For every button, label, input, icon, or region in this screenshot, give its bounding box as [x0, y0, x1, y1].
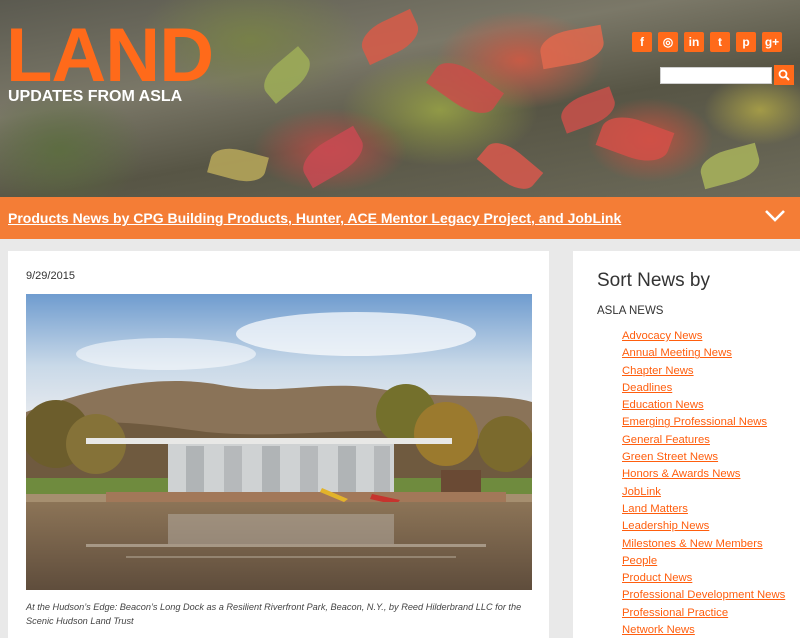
header-banner: LAND UPDATES FROM ASLA f ◎ in t p g+ [0, 0, 800, 197]
search-icon [778, 69, 790, 81]
pinterest-icon[interactable]: p [736, 32, 756, 52]
category-link-product-news[interactable]: Product News [622, 572, 692, 584]
list-item: Leadership News [622, 518, 792, 535]
list-item: Green Street News [622, 449, 792, 466]
category-link-education-news[interactable]: Education News [622, 399, 704, 411]
list-item: Chapter News [622, 363, 792, 380]
list-item: Network News [622, 622, 792, 638]
list-item: Milestones & New Members [622, 536, 792, 553]
list-item: General Features [622, 432, 792, 449]
decorative-leaf [696, 142, 764, 190]
decorative-leaf [595, 109, 675, 169]
category-link-advocacy-news[interactable]: Advocacy News [622, 330, 702, 342]
list-item: JobLink [622, 484, 792, 501]
search-input[interactable] [660, 67, 772, 84]
news-category-list: Advocacy News Annual Meeting News Chapte… [622, 328, 792, 638]
list-item: Annual Meeting News [622, 345, 792, 362]
category-link-general-features[interactable]: General Features [622, 434, 710, 446]
category-link-leadership-news[interactable]: Leadership News [622, 520, 709, 532]
list-item: Honors & Awards News [622, 466, 792, 483]
instagram-icon[interactable]: ◎ [658, 32, 678, 52]
photo-illustration [26, 294, 532, 590]
category-link-professional-development-news[interactable]: Professional Development News [622, 589, 785, 601]
list-item: Education News [622, 397, 792, 414]
sidebar-title: Sort News by [597, 270, 710, 291]
decorative-leaf [476, 134, 544, 197]
category-link-annual-meeting-news[interactable]: Annual Meeting News [622, 347, 732, 359]
list-item: Product News [622, 570, 792, 587]
social-links: f ◎ in t p g+ [632, 32, 782, 52]
search-button[interactable] [774, 65, 794, 85]
list-item: People [622, 553, 792, 570]
list-item: Advocacy News [622, 328, 792, 345]
chevron-down-icon[interactable] [764, 209, 786, 223]
list-item: Professional Development News [622, 587, 792, 604]
decorative-leaf [537, 24, 607, 70]
category-link-emerging-professional-news[interactable]: Emerging Professional News [622, 416, 767, 428]
topic-bar: Products News by CPG Building Products, … [0, 197, 800, 239]
decorative-leaf [426, 53, 504, 123]
photo-caption: At the Hudson’s Edge: Beacon’s Long Dock… [26, 602, 522, 626]
list-item: Emerging Professional News [622, 414, 792, 431]
facebook-icon[interactable]: f [632, 32, 652, 52]
category-link-honors-awards-news[interactable]: Honors & Awards News [622, 468, 740, 480]
category-link-professional-practice[interactable]: Professional Practice [622, 607, 728, 619]
category-link-people[interactable]: People [622, 555, 657, 567]
category-link-network-news[interactable]: Network News [622, 624, 695, 636]
decorative-leaf [207, 143, 269, 187]
decorative-leaf [295, 125, 371, 189]
article-date: 9/29/2015 [26, 270, 75, 282]
category-link-joblink[interactable]: JobLink [622, 486, 661, 498]
category-link-milestones-new-members[interactable]: Milestones & New Members [622, 538, 763, 550]
twitter-icon[interactable]: t [710, 32, 730, 52]
linkedin-icon[interactable]: in [684, 32, 704, 52]
decorative-leaf [355, 8, 425, 66]
sidebar: Sort News by ASLA NEWS Advocacy News Ann… [573, 251, 800, 638]
sidebar-section-label: ASLA NEWS [597, 305, 664, 317]
list-item: Deadlines [622, 380, 792, 397]
category-link-green-street-news[interactable]: Green Street News [622, 451, 718, 463]
article-photo[interactable] [26, 294, 532, 590]
decorative-leaf [256, 46, 318, 104]
site-logo-subtitle: UPDATES FROM ASLA [8, 88, 183, 105]
article-title-link[interactable]: Products News by CPG Building Products, … [8, 210, 621, 226]
category-link-deadlines[interactable]: Deadlines [622, 382, 672, 394]
list-item: Land Matters [622, 501, 792, 518]
category-link-land-matters[interactable]: Land Matters [622, 503, 688, 515]
category-link-chapter-news[interactable]: Chapter News [622, 365, 694, 377]
list-item: Professional Practice [622, 605, 792, 622]
google-plus-icon[interactable]: g+ [762, 32, 782, 52]
site-logo-title[interactable]: LAND [6, 18, 214, 94]
article-card: 9/29/2015 At the Hudson’s Edge: Beacon’s… [8, 251, 549, 638]
